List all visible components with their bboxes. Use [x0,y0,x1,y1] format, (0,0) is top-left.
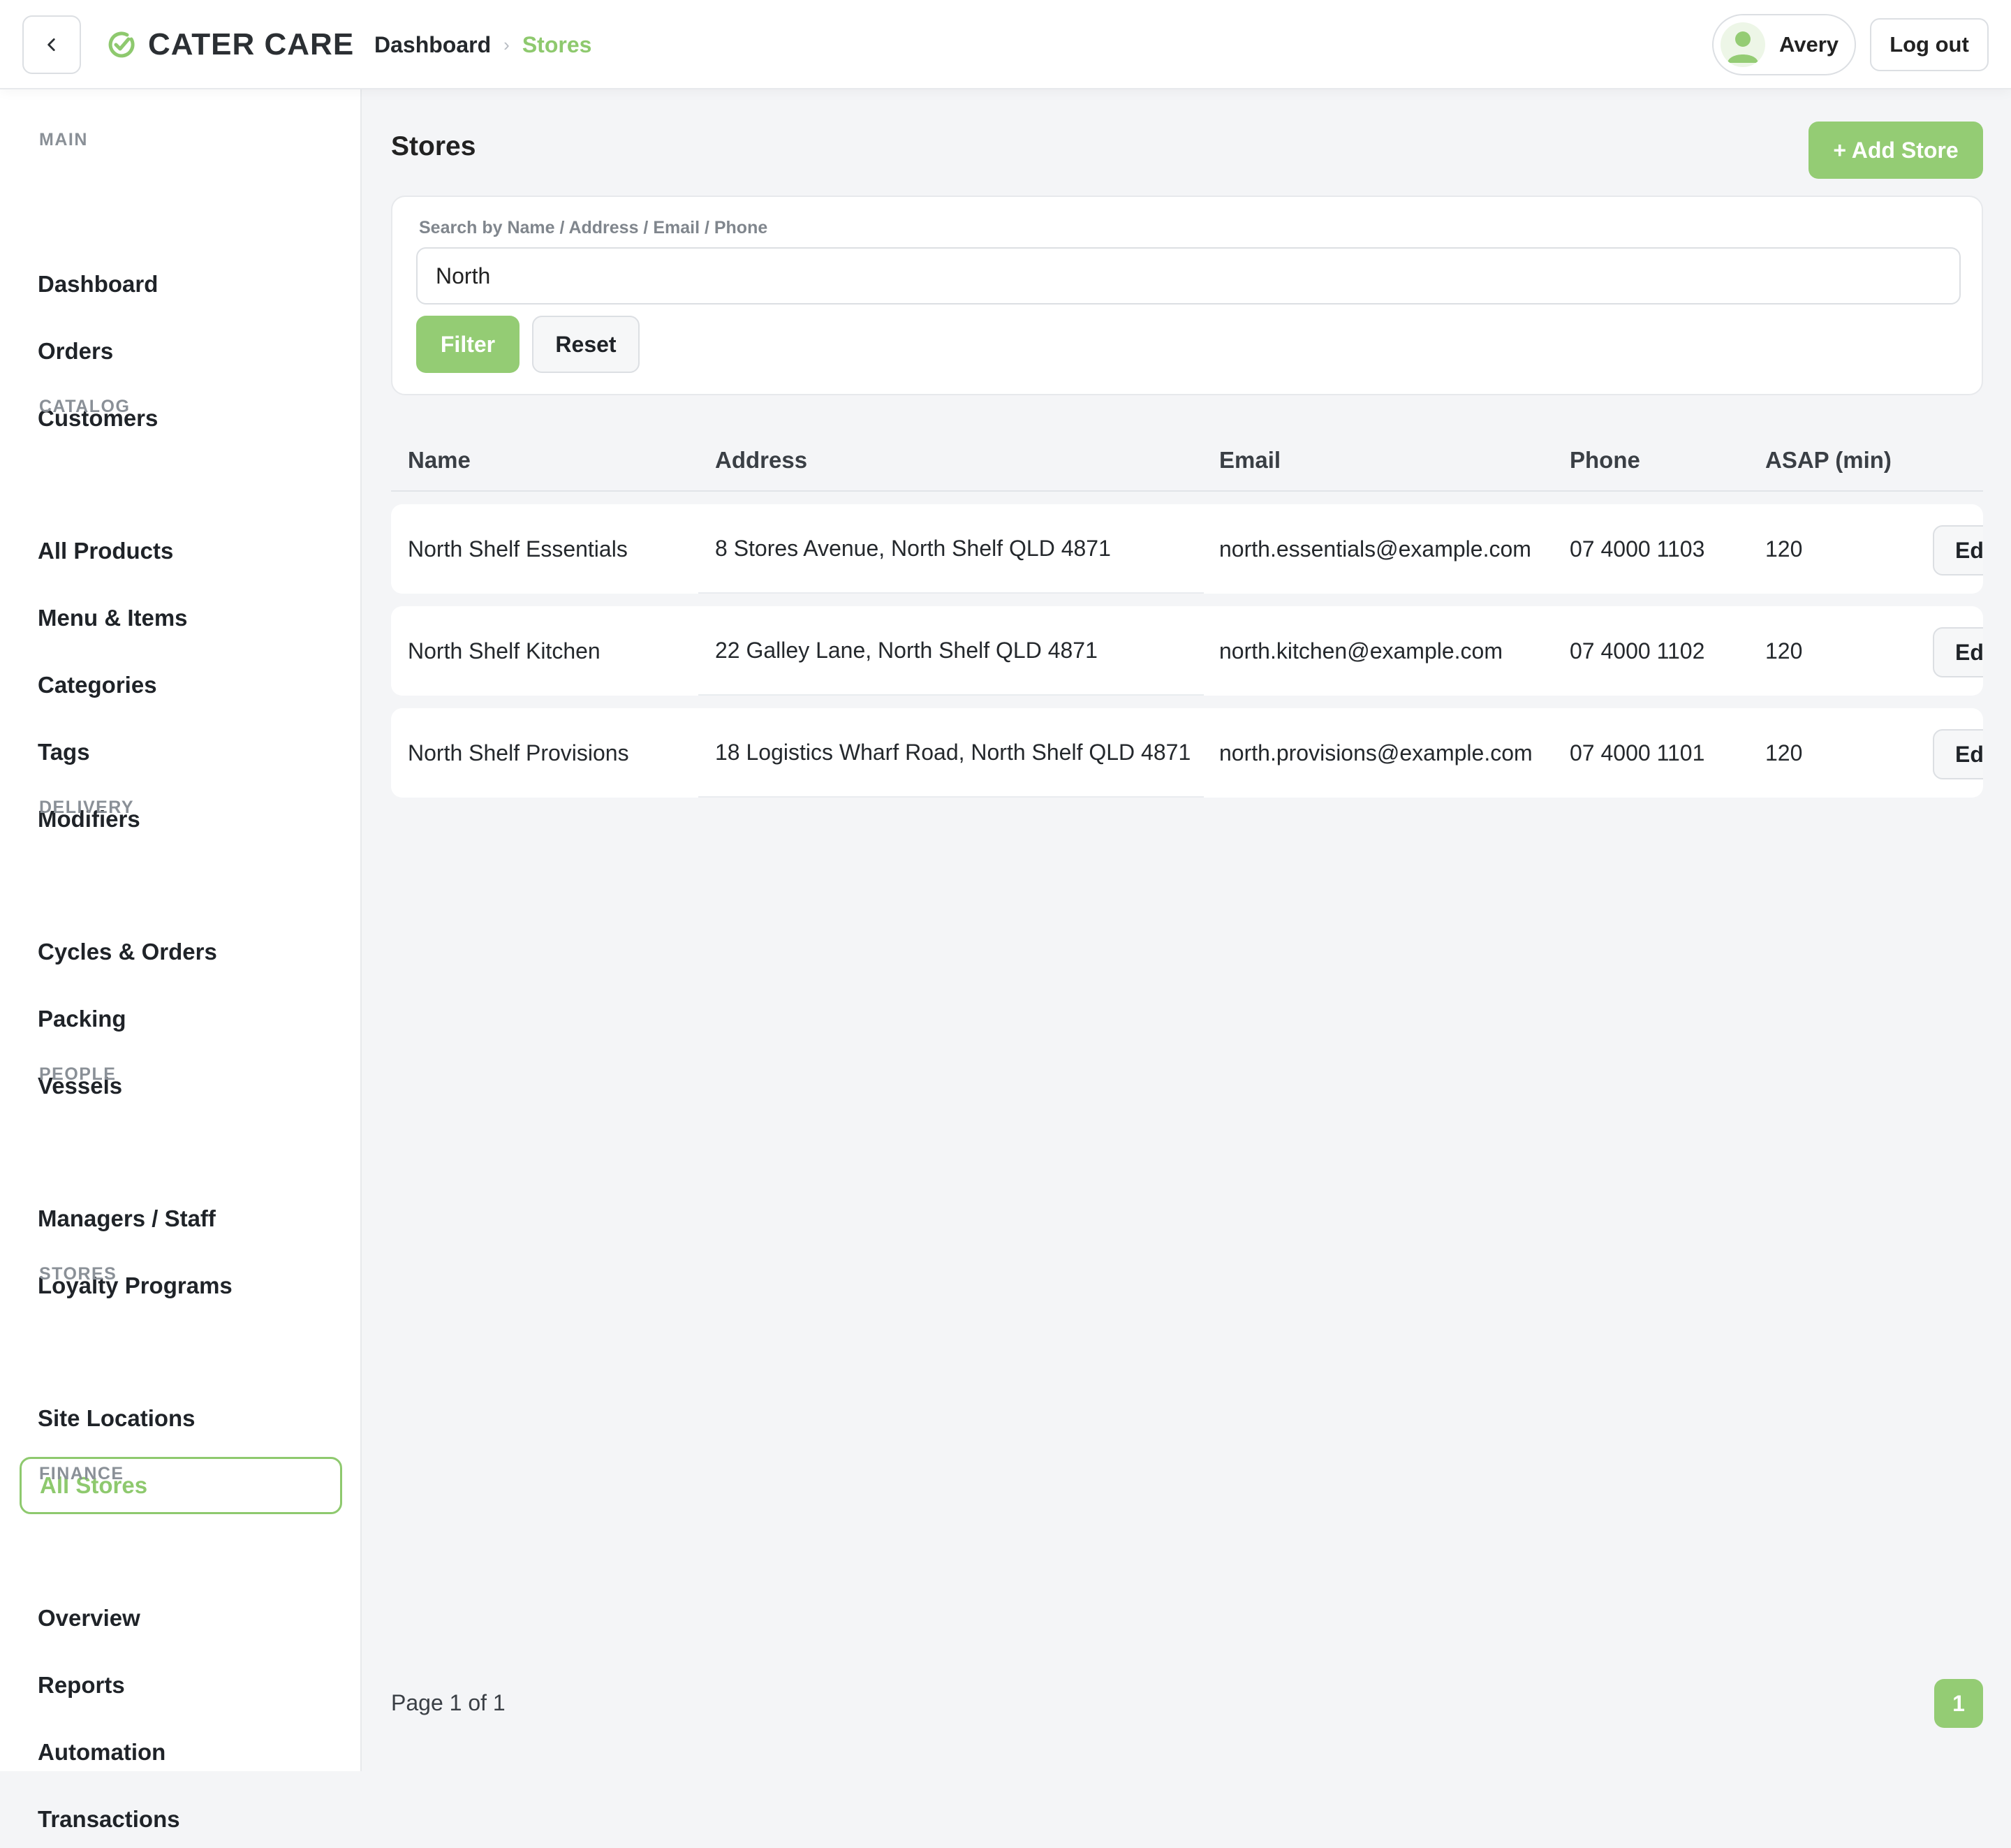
pagination-status: Page 1 of 1 [391,1690,506,1715]
filter-panel: Search by Name / Address / Email / Phone… [391,196,1983,395]
column-header-phone[interactable]: Phone [1570,447,1640,474]
edit-button[interactable]: Ed [1933,729,1983,779]
sidebar-item-all-products[interactable]: All Products [20,522,342,580]
logo-check-icon [108,31,135,58]
table-header: Name Address Email Phone ASAP (min) [391,430,1983,492]
reset-button[interactable]: Reset [532,316,640,373]
sidebar-item-menu-items[interactable]: Menu & Items [20,589,342,647]
add-store-button[interactable]: + Add Store [1809,122,1983,179]
section-title-stores: STORES [39,1264,117,1284]
user-menu[interactable]: Avery [1712,14,1856,75]
sidebar-item-reports[interactable]: Reports [20,1657,342,1714]
brand-logo[interactable]: CATER CARE [106,27,354,63]
sidebar-item-transactions[interactable]: Transactions [20,1791,342,1848]
cell-email: north.essentials@example.com [1219,536,1531,562]
cell-phone: 07 4000 1102 [1570,638,1705,663]
sidebar-item-cycles-orders[interactable]: Cycles & Orders [20,923,342,981]
section-title-finance: FINANCE [39,1464,124,1483]
brand-name: CATER CARE [148,27,355,61]
table-row[interactable]: North Shelf Kitchen 22 Galley Lane, Nort… [391,606,1983,696]
page-title: Stores [391,131,476,161]
sidebar-item-tags[interactable]: Tags [20,724,342,781]
table-row[interactable]: North Shelf Provisions 18 Logistics Whar… [391,708,1983,798]
filter-button[interactable]: Filter [416,316,520,373]
edit-button[interactable]: Ed [1933,525,1983,575]
chevron-left-icon [47,38,55,51]
section-title-catalog: CATALOG [39,397,131,416]
back-button[interactable] [22,15,81,74]
table-row[interactable]: North Shelf Essentials 8 Stores Avenue, … [391,504,1983,594]
cell-address: 8 Stores Avenue, North Shelf QLD 4871 [698,504,1204,594]
breadcrumb: Dashboard › Stores [374,29,591,60]
cell-phone: 07 4000 1103 [1570,536,1705,562]
logout-button[interactable]: Log out [1870,18,1989,71]
column-header-address[interactable]: Address [715,447,807,474]
cell-phone: 07 4000 1101 [1570,740,1705,765]
section-title-people: PEOPLE [39,1064,117,1084]
sidebar-item-overview[interactable]: Overview [20,1590,342,1647]
column-header-asap[interactable]: ASAP (min) [1765,447,1892,474]
cell-address: 22 Galley Lane, North Shelf QLD 4871 [698,606,1204,696]
cell-address: 18 Logistics Wharf Road, North Shelf QLD… [698,708,1204,798]
search-input[interactable] [416,247,1961,305]
cell-name: North Shelf Essentials [408,536,628,562]
top-bar: CATER CARE Dashboard › Stores Avery Log … [0,0,2011,89]
cell-asap: 120 [1765,740,1803,765]
search-label: Search by Name / Address / Email / Phone [419,218,768,237]
cell-asap: 120 [1765,638,1803,663]
cell-email: north.kitchen@example.com [1219,638,1503,663]
sidebar-item-orders[interactable]: Orders [20,323,342,380]
column-header-name[interactable]: Name [408,447,471,474]
page-button-current[interactable]: 1 [1934,1679,1983,1728]
breadcrumb-current: Stores [522,31,592,57]
cell-asap: 120 [1765,536,1803,562]
section-title-delivery: DELIVERY [39,798,135,817]
sidebar-item-categories[interactable]: Categories [20,657,342,714]
edit-button[interactable]: Ed [1933,627,1983,677]
column-header-email[interactable]: Email [1219,447,1281,474]
cell-name: North Shelf Provisions [408,740,629,765]
breadcrumb-separator: › [503,34,510,55]
avatar [1721,22,1765,67]
section-title-main: MAIN [39,130,88,149]
user-icon [1728,31,1758,63]
cell-email: north.provisions@example.com [1219,740,1533,765]
user-name: Avery [1779,32,1839,57]
breadcrumb-dashboard[interactable]: Dashboard [374,32,491,58]
sidebar-item-managers-staff[interactable]: Managers / Staff [20,1190,342,1247]
sidebar-item-site-locations[interactable]: Site Locations [20,1390,342,1447]
sidebar-item-dashboard[interactable]: Dashboard [20,256,342,313]
cell-name: North Shelf Kitchen [408,638,601,663]
sidebar-item-packing[interactable]: Packing [20,990,342,1048]
sidebar: MAIN Dashboard Orders Customers CATALOG … [0,89,362,1832]
sidebar-item-automation[interactable]: Automation [20,1724,342,1781]
